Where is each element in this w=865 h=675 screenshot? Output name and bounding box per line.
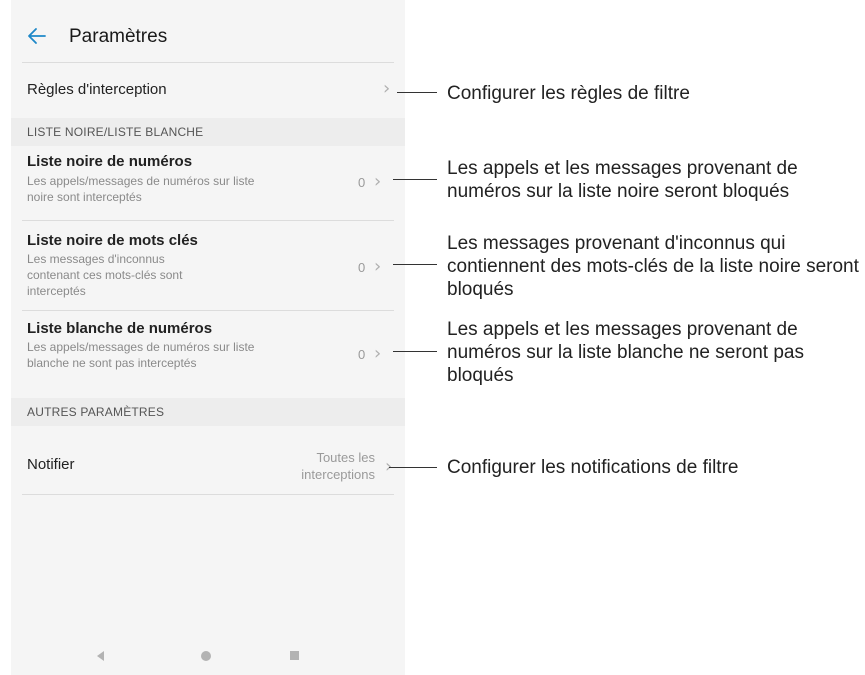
phone-screen: Paramètres Règles d'interception › LISTE…: [11, 0, 405, 675]
section-label: AUTRES PARAMÈTRES: [27, 405, 165, 419]
leader-line: [393, 351, 437, 352]
section-header-other: AUTRES PARAMÈTRES: [11, 398, 405, 426]
divider: [22, 310, 394, 311]
annotation-blacklist-keywords: Les messages provenant d'inconnus qui co…: [447, 233, 859, 300]
chevron-right-icon: ›: [374, 343, 382, 364]
page-title: Paramètres: [69, 26, 168, 47]
notify-value-line2: interceptions: [301, 467, 375, 482]
chevron-right-icon: ›: [374, 256, 382, 277]
row-description: Les appels/messages de numéros sur liste…: [27, 174, 255, 204]
navigation-bar: [11, 637, 405, 675]
notify-value-line1: Toutes les: [316, 450, 375, 465]
count-value: 0: [358, 347, 366, 362]
leader-line: [397, 92, 437, 93]
leader-line: [389, 467, 437, 468]
nav-home-icon[interactable]: [201, 651, 211, 661]
rules-label: Règles d'interception: [27, 81, 167, 98]
count-value: 0: [358, 175, 366, 190]
notify-value: Toutes les interceptions: [301, 449, 375, 483]
annotation-rules: Configurer les règles de filtre: [447, 83, 690, 104]
nav-recent-apps-icon[interactable]: [290, 651, 299, 660]
row-title: Liste blanche de numéros: [27, 320, 213, 337]
chevron-right-icon: ›: [383, 78, 391, 99]
nav-back-icon[interactable]: [97, 651, 104, 661]
annotation-whitelist-numbers: Les appels et les messages provenant de …: [447, 319, 804, 386]
divider: [22, 494, 394, 495]
divider: [22, 62, 394, 63]
leader-line: [393, 264, 437, 265]
notify-label: Notifier: [27, 456, 75, 473]
row-description: Les messages d'inconnus contenant ces mo…: [27, 252, 183, 298]
app-header: Paramètres: [11, 0, 405, 62]
row-title: Liste noire de numéros: [27, 153, 193, 170]
annotation-blacklist-numbers: Les appels et les messages provenant de …: [447, 158, 798, 202]
count-value: 0: [358, 260, 366, 275]
arrow-left-icon[interactable]: [25, 24, 49, 48]
section-header-blacklist: LISTE NOIRE/LISTE BLANCHE: [11, 118, 405, 146]
leader-line: [393, 179, 437, 180]
row-description: Les appels/messages de numéros sur liste…: [27, 340, 255, 370]
chevron-right-icon: ›: [374, 171, 382, 192]
row-title: Liste noire de mots clés: [27, 232, 198, 249]
divider: [22, 220, 394, 221]
section-label: LISTE NOIRE/LISTE BLANCHE: [27, 125, 204, 139]
annotation-notify: Configurer les notifications de filtre: [447, 457, 739, 478]
